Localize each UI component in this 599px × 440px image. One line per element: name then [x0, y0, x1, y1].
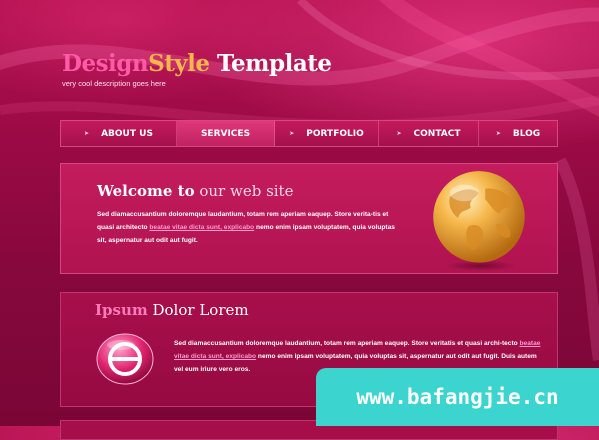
logo-word-template: Template [209, 50, 332, 77]
nav-item-about-us[interactable]: ➤ ABOUT US [61, 121, 177, 146]
arrow-right-icon: ➤ [84, 130, 90, 137]
arrow-right-icon: ➤ [396, 130, 402, 137]
logo-word-design: Design [62, 50, 149, 77]
ipsum-heading: Ipsum Dolor Lorem [95, 301, 249, 319]
welcome-heading-light: our web site [194, 182, 294, 200]
logo-word-style: Style [148, 50, 210, 77]
nav-item-services[interactable]: SERVICES [177, 121, 275, 146]
arrow-right-icon: ➤ [495, 130, 501, 137]
nav-item-label: ABOUT US [101, 128, 153, 139]
nav-item-blog[interactable]: ➤ BLOG [479, 121, 557, 146]
site-tagline: very cool description goes here [62, 79, 166, 88]
welcome-link[interactable]: beatae vitae dicta sunt, explicabo [149, 224, 254, 231]
main-nav: ➤ ABOUT US SERVICES ➤ PORTFOLIO ➤ CONTAC… [60, 120, 558, 147]
welcome-heading-bold: Welcome to [97, 182, 195, 200]
ipsum-text-start: Sed diamaccusantium doloremque laudantiu… [174, 340, 520, 347]
arrow-right-icon: ➤ [289, 130, 295, 137]
nav-item-portfolio[interactable]: ➤ PORTFOLIO [275, 121, 379, 146]
nav-item-label: PORTFOLIO [306, 128, 364, 139]
nav-item-label: CONTACT [413, 128, 461, 139]
nav-item-label: SERVICES [200, 128, 251, 139]
globe-icon [433, 171, 525, 271]
site-logo[interactable]: DesignStyle Template [62, 50, 332, 77]
nav-item-contact[interactable]: ➤ CONTACT [379, 121, 479, 146]
ipsum-heading-bold: Ipsum [95, 301, 148, 319]
welcome-text: Sed diamaccusantium doloremque laudantiu… [97, 208, 397, 247]
welcome-panel: Welcome to our web site Sed diamaccusant… [60, 163, 558, 274]
watermark-banner: www.bafangjie.cn [316, 368, 599, 426]
welcome-heading: Welcome to our web site [97, 182, 293, 200]
nav-item-label: BLOG [512, 128, 541, 139]
ipsum-heading-light: Dolor Lorem [147, 301, 249, 319]
theta-badge-icon [96, 333, 154, 385]
